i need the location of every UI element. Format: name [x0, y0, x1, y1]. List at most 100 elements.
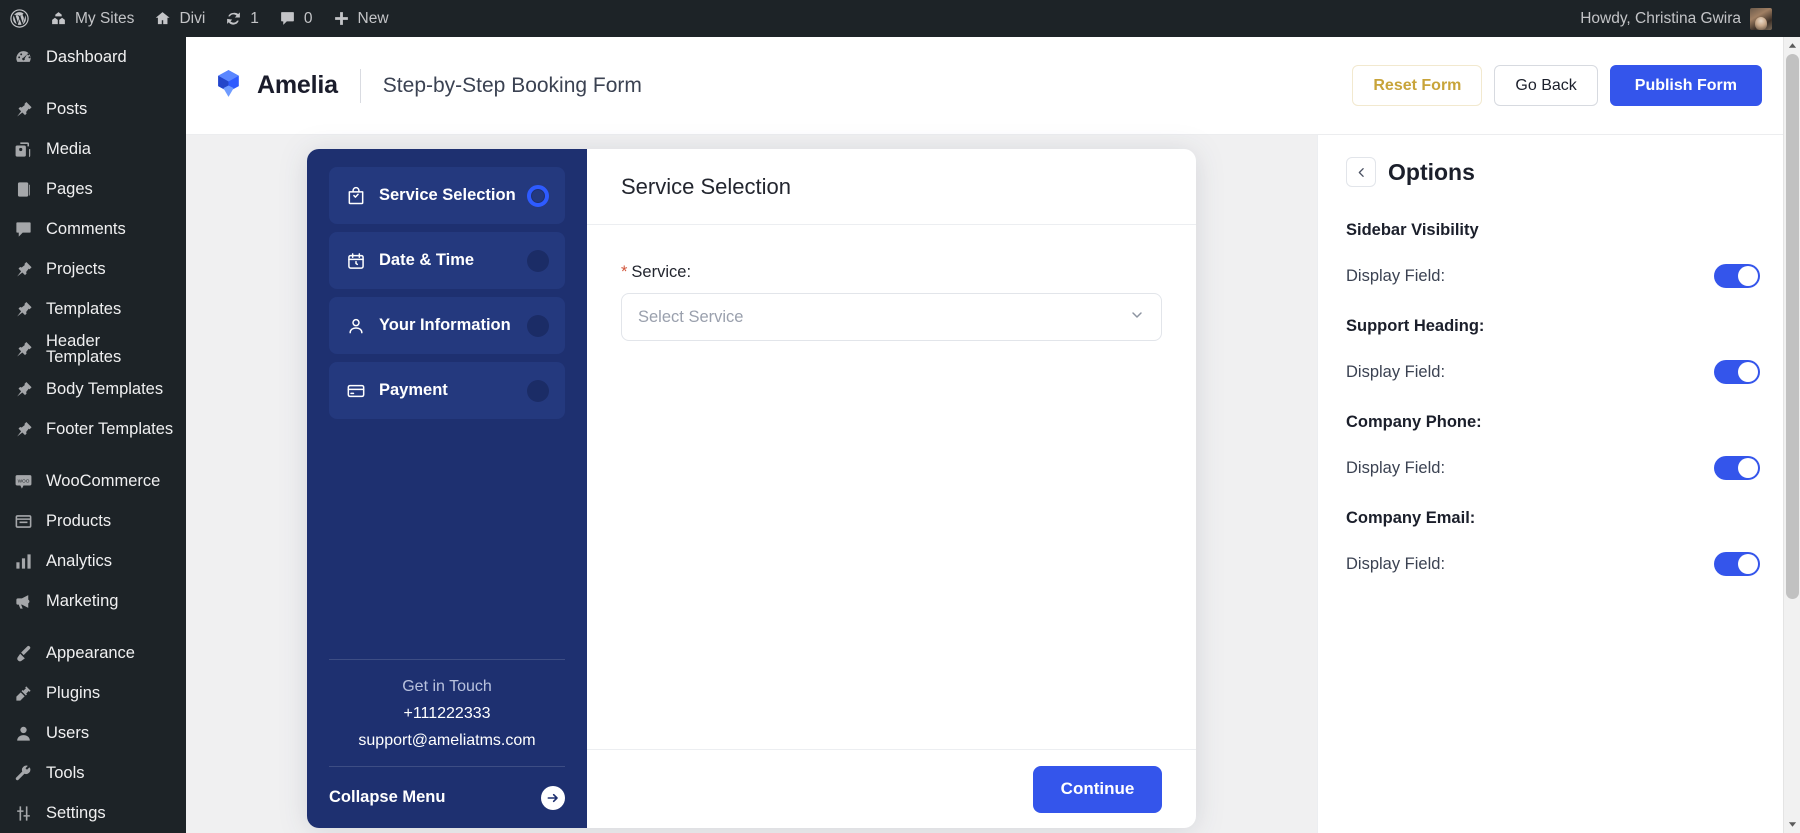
sidebar-item-posts[interactable]: Posts	[0, 89, 186, 129]
sidebar-item-label: Posts	[46, 99, 88, 118]
adminbar-label: My Sites	[75, 9, 135, 27]
display-field-toggle[interactable]	[1714, 456, 1760, 480]
reset-form-button[interactable]: Reset Form	[1352, 65, 1483, 106]
sidebar-item-label: Media	[46, 139, 91, 158]
option-group-title: Company Phone:	[1346, 413, 1482, 431]
sidebar-item-tools[interactable]: Tools	[0, 753, 186, 793]
analytics-icon	[12, 550, 34, 572]
options-header: Options	[1346, 157, 1760, 187]
company-phone[interactable]: +111222333	[329, 705, 565, 723]
sidebar-item-label: Header Templates	[46, 331, 122, 366]
option-row-label: Display Field:	[1346, 554, 1446, 573]
settings-icon	[12, 802, 34, 824]
booking-form-sidebar: Service Selection Date & Time Your Infor…	[307, 149, 587, 828]
sidebar-item-footer-templates[interactable]: Footer Templates	[0, 409, 186, 449]
adminbar-account[interactable]: Howdy, Christina Gwira	[1580, 7, 1800, 30]
option-group-company-phone: Company Phone: Display Field:	[1346, 413, 1760, 480]
sites-icon	[50, 10, 67, 27]
adminbar-item-my-sites[interactable]: My Sites	[40, 0, 144, 37]
appearance-icon	[12, 642, 34, 664]
sidebar-item-label: Products	[46, 511, 112, 530]
display-field-toggle[interactable]	[1714, 552, 1760, 576]
option-row: Display Field:	[1346, 552, 1760, 576]
step-label: Service Selection	[379, 186, 516, 204]
comments-icon	[12, 218, 34, 240]
support-block: Get in Touch +111222333 support@ameliatm…	[329, 659, 565, 766]
service-field-label: * Service:	[621, 263, 1162, 282]
display-field-toggle[interactable]	[1714, 264, 1760, 288]
form-preview-canvas: Service Selection Date & Time Your Infor…	[186, 135, 1317, 833]
sidebar-item-label: Settings	[46, 803, 106, 822]
sidebar-item-plugins[interactable]: Plugins	[0, 673, 186, 713]
sidebar-item-settings[interactable]: Settings	[0, 793, 186, 833]
option-row: Display Field:	[1346, 264, 1760, 288]
adminbar-item-new[interactable]: New	[323, 0, 399, 37]
sidebar-item-marketing[interactable]: Marketing	[0, 581, 186, 621]
publish-form-button[interactable]: Publish Form	[1609, 65, 1762, 106]
step-payment[interactable]: Payment	[329, 362, 565, 419]
booking-form-body: * Service: Select Service	[587, 225, 1196, 749]
adminbar-label: New	[357, 9, 389, 27]
wp-admin-sidebar[interactable]: Dashboard Posts Media Pages Comments Pro…	[0, 37, 186, 833]
brand-name: Amelia	[257, 71, 338, 99]
sidebar-item-label: Projects	[46, 259, 106, 278]
sidebar-item-pages[interactable]: Pages	[0, 169, 186, 209]
pages-icon	[12, 178, 34, 200]
sidebar-item-templates[interactable]: Templates	[0, 289, 186, 329]
pin-icon	[12, 378, 34, 400]
tools-icon	[12, 762, 34, 784]
page-scrollbar[interactable]	[1783, 37, 1800, 833]
step-service-selection[interactable]: Service Selection	[329, 167, 565, 224]
home-icon	[154, 10, 171, 27]
booking-form-footer: Continue	[587, 749, 1196, 828]
toggle-knob	[1738, 554, 1758, 574]
sidebar-item-users[interactable]: Users	[0, 713, 186, 753]
options-title: Options	[1388, 158, 1475, 185]
avatar	[1750, 7, 1772, 30]
plugins-icon	[12, 682, 34, 704]
pin-icon	[12, 98, 34, 120]
sidebar-item-comments[interactable]: Comments	[0, 209, 186, 249]
scrollbar-thumb[interactable]	[1786, 54, 1799, 599]
sidebar-item-woocommerce[interactable]: WOO WooCommerce	[0, 461, 186, 501]
step-date-time[interactable]: Date & Time	[329, 232, 565, 289]
options-panel: Options Sidebar Visibility Display Field…	[1317, 135, 1788, 833]
amelia-app: Amelia Step-by-Step Booking Form Reset F…	[186, 37, 1800, 833]
sidebar-item-media[interactable]: Media	[0, 129, 186, 169]
person-icon	[345, 315, 367, 337]
option-row-label: Display Field:	[1346, 266, 1446, 285]
credit-card-icon	[345, 380, 367, 402]
sidebar-item-label: Analytics	[46, 551, 113, 570]
adminbar-item-comments[interactable]: 0	[269, 0, 323, 37]
sidebar-item-dashboard[interactable]: Dashboard	[0, 37, 186, 77]
option-group-title: Company Email:	[1346, 509, 1476, 527]
booking-form-card: Service Selection Date & Time Your Infor…	[307, 149, 1196, 828]
sidebar-item-appearance[interactable]: Appearance	[0, 633, 186, 673]
wordpress-logo-button[interactable]	[0, 0, 40, 37]
caret-down-icon[interactable]	[1784, 816, 1800, 833]
service-select[interactable]: Select Service	[621, 293, 1162, 341]
sidebar-item-body-templates[interactable]: Body Templates	[0, 369, 186, 409]
step-status-dot	[527, 184, 549, 207]
continue-button[interactable]: Continue	[1033, 765, 1162, 813]
sidebar-item-label: Body Templates	[46, 379, 164, 398]
adminbar-item-divi[interactable]: Divi	[144, 0, 215, 37]
display-field-toggle[interactable]	[1714, 360, 1760, 384]
go-back-button[interactable]: Go Back	[1494, 65, 1598, 106]
page-title: Step-by-Step Booking Form	[382, 73, 642, 97]
adminbar-item-updates[interactable]: 1	[215, 0, 269, 37]
adminbar-label: Divi	[179, 9, 206, 27]
service-field-label-text: Service:	[631, 263, 692, 281]
step-your-information[interactable]: Your Information	[329, 297, 565, 354]
step-status-dot	[527, 379, 549, 402]
chevron-left-icon[interactable]	[1346, 157, 1376, 187]
sidebar-item-header-templates[interactable]: Header Templates	[0, 329, 186, 369]
menu-separator	[0, 621, 186, 633]
sidebar-item-products[interactable]: Products	[0, 501, 186, 541]
sidebar-item-analytics[interactable]: Analytics	[0, 541, 186, 581]
caret-up-icon[interactable]	[1784, 37, 1800, 54]
products-icon	[12, 510, 34, 532]
sidebar-item-projects[interactable]: Projects	[0, 249, 186, 289]
collapse-menu-button[interactable]: Collapse Menu	[329, 766, 565, 828]
company-email[interactable]: support@ameliatms.com	[329, 732, 565, 750]
